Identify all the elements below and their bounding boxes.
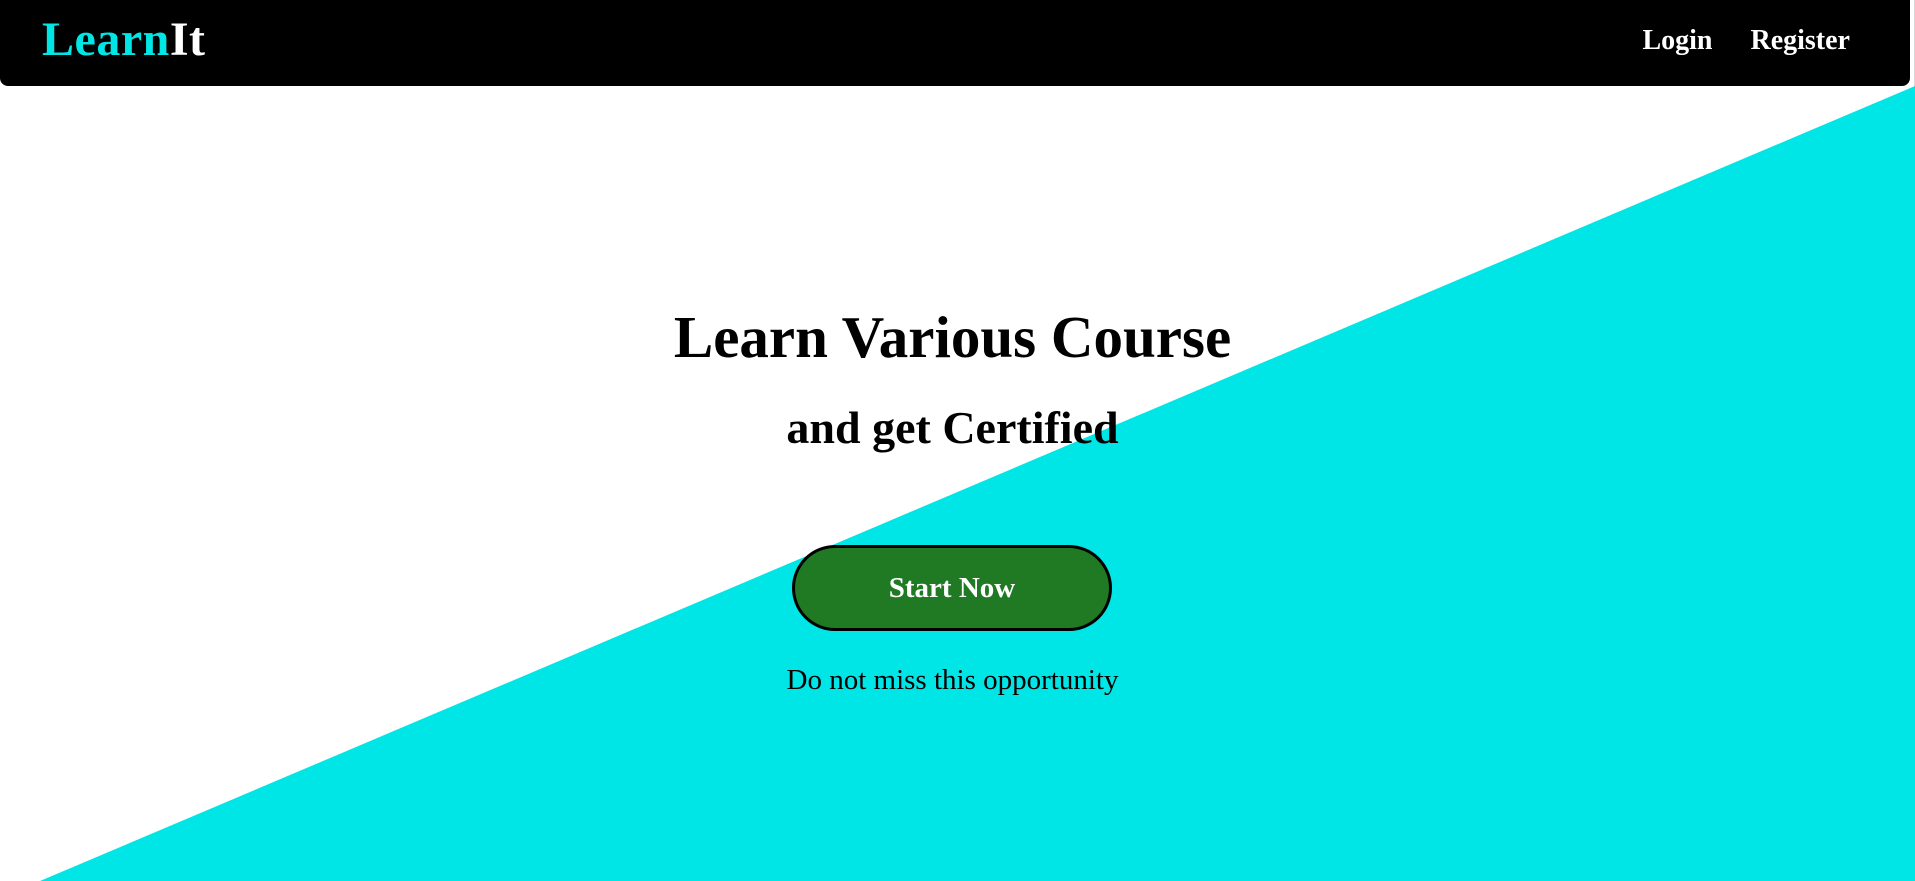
logo[interactable]: LearnIt (42, 10, 206, 70)
hero-subtitle: and get Certified (786, 402, 1119, 453)
hero-section: Learn Various Course and get Certified S… (0, 0, 1905, 881)
login-link[interactable]: Login (1642, 25, 1712, 57)
nav-links: Login Register (1642, 0, 1850, 82)
hero-note: Do not miss this opportunity (786, 664, 1119, 696)
page: LearnIt Login Register Learn Various Cou… (0, 0, 1915, 881)
navbar: LearnIt Login Register (0, 0, 1910, 86)
start-now-button[interactable]: Start Now (792, 545, 1112, 631)
logo-learn: Learn (42, 13, 170, 66)
logo-it: It (169, 13, 206, 66)
hero-title: Learn Various Course (673, 304, 1232, 370)
register-link[interactable]: Register (1750, 25, 1850, 57)
